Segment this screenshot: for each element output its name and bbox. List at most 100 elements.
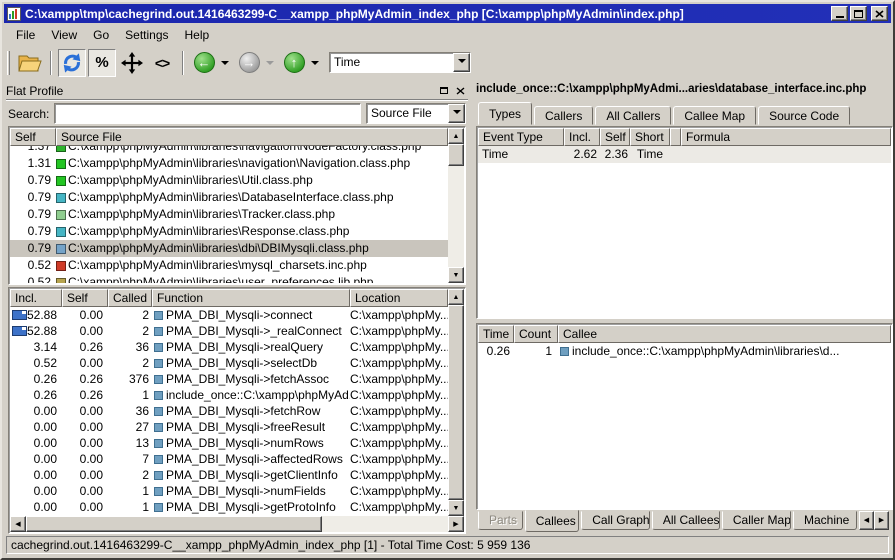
forward-button[interactable]: → — [235, 49, 263, 77]
dock-float-button[interactable] — [436, 84, 451, 98]
back-button[interactable]: ← — [190, 49, 218, 77]
function-row[interactable]: 0.00 0.00 2 PMA_DBI_Mysqli->getClientInf… — [10, 467, 448, 483]
dock-close-button[interactable] — [453, 84, 468, 98]
column-header-self[interactable]: Self — [600, 128, 630, 146]
tab-scroll-left-button[interactable]: ◀ — [859, 511, 874, 530]
function-row[interactable]: 3.14 0.26 36 PMA_DBI_Mysqli->realQuery C… — [10, 339, 448, 355]
maximize-button[interactable] — [850, 6, 867, 21]
function-row[interactable]: 0.00 0.00 1 PMA_DBI_Mysqli->getProtoInfo… — [10, 499, 448, 515]
column-header-time[interactable]: Time — [478, 325, 514, 343]
pan-button[interactable] — [118, 49, 146, 77]
callee-row[interactable]: 0.26 1 include_once::C:\xampp\phpMyAdmin… — [478, 343, 891, 360]
column-header-formula[interactable]: Formula — [681, 128, 891, 146]
source-file-row[interactable]: 0.79 C:\xampp\phpMyAdmin\libraries\dbi\D… — [10, 240, 448, 257]
column-header-self[interactable]: Self — [10, 128, 56, 146]
menu-item[interactable]: View — [43, 25, 85, 45]
self-cost-value: 0.79 — [10, 189, 56, 206]
flat-profile-dock-titlebar[interactable]: Flat Profile — [6, 82, 468, 99]
scrollbar-track[interactable] — [448, 305, 464, 500]
function-row[interactable]: 0.00 0.00 36 PMA_DBI_Mysqli->fetchRow C:… — [10, 403, 448, 419]
scrollbar-thumb[interactable] — [448, 305, 464, 500]
scroll-down-button[interactable]: ▼ — [448, 267, 464, 283]
horizontal-scrollbar[interactable]: ◀ ▶ — [10, 516, 464, 532]
location-value: C:\xampp\phpMy... — [350, 339, 448, 355]
source-file-row[interactable]: 0.79 C:\xampp\phpMyAdmin\libraries\Track… — [10, 206, 448, 223]
detail-tab[interactable]: Types — [478, 102, 532, 125]
function-row[interactable]: 52.88 0.00 2 PMA_DBI_Mysqli->connect C:\… — [10, 307, 448, 323]
function-row[interactable]: 0.26 0.26 1 include_once::C:\xampp\phpMy… — [10, 387, 448, 403]
function-list: Incl. Self Called Function Location 52.8… — [8, 287, 466, 534]
back-dropdown-icon[interactable] — [221, 61, 229, 69]
column-header-incl[interactable]: Incl. — [10, 289, 62, 307]
detect-cycles-button[interactable]: <> — [148, 49, 176, 77]
up-dropdown-icon[interactable] — [311, 61, 319, 69]
detail-bottom-tab[interactable]: Caller Map — [722, 511, 791, 530]
detail-bottom-tab[interactable]: All Callees — [652, 511, 720, 530]
scroll-left-button[interactable]: ◀ — [10, 516, 26, 532]
column-header-called[interactable]: Called — [108, 289, 152, 307]
source-file-row[interactable]: 0.52 C:\xampp\phpMyAdmin\libraries\mysql… — [10, 257, 448, 274]
tab-scroll-right-button[interactable]: ▶ — [874, 511, 889, 530]
source-file-list: Self Source File 1.37 C:\xampp\phpMyAdmi… — [8, 126, 466, 285]
function-row[interactable]: 0.00 0.00 7 PMA_DBI_Mysqli->affectedRows… — [10, 451, 448, 467]
group-by-dropdown-button[interactable] — [448, 104, 465, 123]
source-file-row[interactable]: 1.31 C:\xampp\phpMyAdmin\libraries\navig… — [10, 155, 448, 172]
menu-item[interactable]: Help — [177, 25, 218, 45]
title-bar[interactable]: C:\xampp\tmp\cachegrind.out.1416463299-C… — [4, 4, 891, 23]
function-name: PMA_DBI_Mysqli->fetchAssoc — [166, 371, 329, 387]
column-header-count[interactable]: Count — [514, 325, 558, 343]
toolbar-grip[interactable] — [7, 51, 10, 75]
scroll-right-button[interactable]: ▶ — [448, 516, 464, 532]
column-header-source-file[interactable]: Source File — [56, 128, 448, 146]
close-button[interactable] — [871, 6, 888, 21]
function-row[interactable]: 0.00 0.00 1 PMA_DBI_Mysqli->numFields C:… — [10, 483, 448, 499]
group-by-combobox[interactable]: Source File — [366, 103, 466, 124]
scrollbar-thumb[interactable] — [448, 144, 464, 166]
scrollbar-track[interactable] — [26, 516, 448, 532]
event-type-row[interactable]: Time 2.62 2.36 Time — [478, 146, 891, 163]
function-row[interactable]: 0.00 0.00 13 PMA_DBI_Mysqli->numRows C:\… — [10, 435, 448, 451]
up-button[interactable]: ↑ — [280, 49, 308, 77]
source-file-row[interactable]: 0.52 C:\xampp\phpMyAdmin\libraries\user_… — [10, 274, 448, 283]
column-header-location[interactable]: Location — [350, 289, 448, 307]
column-header-callee[interactable]: Callee — [558, 325, 891, 343]
function-row[interactable]: 0.26 0.26 376 PMA_DBI_Mysqli->fetchAssoc… — [10, 371, 448, 387]
minimize-button[interactable] — [831, 6, 848, 21]
detail-tab[interactable]: Callers — [534, 106, 593, 125]
menu-item[interactable]: Settings — [117, 25, 176, 45]
search-input[interactable] — [54, 103, 361, 124]
detail-tab[interactable]: Callee Map — [673, 106, 756, 125]
detail-bottom-tab[interactable]: Call Graph — [581, 511, 650, 530]
source-file-row[interactable]: 0.79 C:\xampp\phpMyAdmin\libraries\Respo… — [10, 223, 448, 240]
detail-tab[interactable]: All Callers — [595, 106, 671, 125]
menu-item[interactable]: File — [8, 25, 43, 45]
detail-bottom-tab[interactable]: Machine — [793, 511, 857, 530]
vertical-scrollbar[interactable]: ▲ ▼ — [448, 128, 464, 283]
event-type-dropdown-button[interactable] — [453, 53, 470, 72]
column-header-event-type[interactable]: Event Type — [478, 128, 564, 146]
event-type-combobox[interactable]: Time — [329, 52, 471, 73]
detail-bottom-tab[interactable]: Parts — [478, 511, 523, 530]
scrollbar-thumb[interactable] — [26, 516, 322, 532]
function-row[interactable]: 52.88 0.00 2 PMA_DBI_Mysqli->_realConnec… — [10, 323, 448, 339]
relative-percent-button[interactable]: % — [88, 49, 116, 77]
function-row[interactable]: 0.52 0.00 2 PMA_DBI_Mysqli->selectDb C:\… — [10, 355, 448, 371]
reload-button[interactable] — [58, 49, 86, 77]
scrollbar-track[interactable] — [448, 144, 464, 267]
scroll-down-button[interactable]: ▼ — [448, 500, 464, 516]
detail-tab[interactable]: Source Code — [758, 106, 850, 125]
vertical-scrollbar[interactable]: ▲ ▼ — [448, 289, 464, 516]
scroll-up-button[interactable]: ▲ — [448, 289, 464, 305]
source-file-row[interactable]: 0.79 C:\xampp\phpMyAdmin\libraries\Util.… — [10, 172, 448, 189]
column-header-function[interactable]: Function — [152, 289, 350, 307]
function-row[interactable]: 0.00 0.00 27 PMA_DBI_Mysqli->freeResult … — [10, 419, 448, 435]
column-header-incl[interactable]: Incl. — [564, 128, 600, 146]
menu-item[interactable]: Go — [85, 25, 117, 45]
source-file-row[interactable]: 1.37 C:\xampp\phpMyAdmin\libraries\navig… — [10, 146, 448, 155]
column-header-self[interactable]: Self — [62, 289, 108, 307]
detail-bottom-tab[interactable]: Callees — [525, 510, 580, 532]
open-file-button[interactable] — [16, 49, 44, 77]
source-file-row[interactable]: 0.79 C:\xampp\phpMyAdmin\libraries\Datab… — [10, 189, 448, 206]
scroll-up-button[interactable]: ▲ — [448, 128, 464, 144]
column-header-short[interactable]: Short — [630, 128, 670, 146]
